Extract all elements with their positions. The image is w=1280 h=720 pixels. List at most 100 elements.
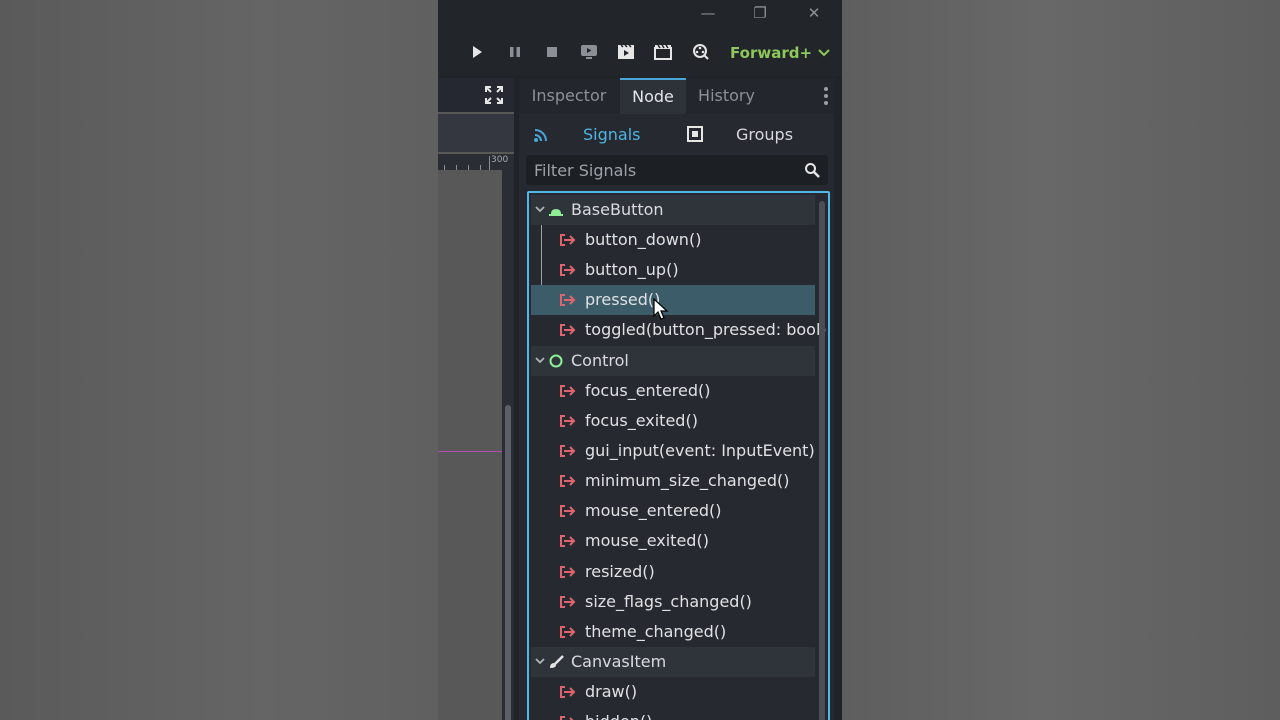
signal-label: mouse_exited()	[585, 531, 709, 550]
chevron-down-icon	[818, 49, 830, 57]
canvas-viewport[interactable]: 300	[438, 78, 514, 720]
play-custom-scene-icon[interactable]	[650, 39, 676, 65]
background-right	[842, 0, 1280, 720]
signal-icon	[560, 505, 576, 517]
chevron-down-icon[interactable]	[535, 357, 545, 365]
signal-icon	[560, 716, 574, 720]
minimize-icon[interactable]: —	[694, 2, 722, 24]
signal-icon	[560, 385, 576, 397]
signal-row[interactable]: resized()	[531, 557, 815, 587]
signal-label: theme_changed()	[585, 622, 727, 641]
godot-editor-window: — ❐ ✕ Forward+ 300 Inspector Node Histor…	[438, 0, 842, 720]
signal-label: size_flags_changed()	[585, 592, 752, 611]
category-canvas-item[interactable]: CanvasItem	[531, 647, 815, 677]
signal-label: resized()	[585, 562, 655, 581]
signal-label: focus_entered()	[585, 381, 711, 400]
signal-icon	[560, 294, 576, 306]
base-button-icon	[549, 209, 563, 216]
signal-label: mouse_entered()	[585, 501, 722, 520]
category-label: BaseButton	[571, 200, 664, 219]
chevron-down-icon[interactable]	[535, 206, 545, 214]
chevron-down-icon[interactable]	[535, 658, 545, 666]
signal-row[interactable]: toggled(button_pressed: bool)	[531, 315, 827, 345]
search-icon[interactable]	[804, 162, 820, 182]
signal-icon	[560, 415, 576, 427]
signal-icon	[560, 596, 576, 608]
dock-menu-icon[interactable]	[824, 87, 828, 105]
signal-row[interactable]: mouse_exited()	[531, 526, 815, 556]
horizontal-ruler: 300	[438, 154, 514, 170]
signal-row[interactable]: gui_input(event: InputEvent)	[531, 436, 815, 466]
title-bar: — ❐ ✕	[438, 0, 842, 30]
close-icon[interactable]: ✕	[800, 2, 828, 24]
signal-icon	[560, 324, 576, 336]
restore-icon[interactable]: ❐	[746, 2, 774, 24]
signal-label: toggled(button_pressed: bool)	[585, 320, 827, 339]
renderer-select[interactable]: Forward+	[730, 42, 830, 64]
node-subtabs: Signals Groups	[519, 116, 834, 154]
signal-row[interactable]: button_down()	[531, 225, 815, 255]
ruler-label: 300	[491, 155, 509, 165]
filter-signals-input[interactable]	[526, 155, 796, 185]
tab-history[interactable]: History	[689, 78, 764, 114]
viewport-scrollbar[interactable]	[502, 170, 514, 720]
signal-icon	[560, 445, 576, 457]
tab-inspector[interactable]: Inspector	[521, 78, 617, 114]
subtab-signals[interactable]: Signals	[583, 124, 640, 146]
signal-row[interactable]: minimum_size_changed()	[531, 466, 815, 496]
signal-icon	[560, 566, 576, 578]
groups-icon	[687, 126, 703, 146]
signal-icon	[560, 626, 576, 638]
signal-row[interactable]: theme_changed()	[531, 617, 815, 647]
signal-row[interactable]: button_up()	[531, 255, 815, 285]
mouse-cursor-icon	[653, 298, 669, 320]
distraction-free-icon[interactable]	[485, 86, 503, 108]
signal-tree[interactable]: BaseButton button_down() button_up() pre…	[527, 191, 830, 720]
signal-row[interactable]: focus_exited()	[531, 406, 815, 436]
signal-label: button_down()	[585, 230, 702, 249]
category-label: CanvasItem	[571, 652, 667, 671]
signal-icon	[560, 475, 576, 487]
signal-tree-scrollbar[interactable]	[819, 201, 825, 720]
remote-debug-icon[interactable]	[576, 39, 602, 65]
subtab-groups[interactable]: Groups	[736, 124, 793, 146]
run-toolbar: Forward+	[438, 30, 842, 76]
dock-tabs: Inspector Node History	[519, 78, 834, 114]
signal-row[interactable]: focus_entered()	[531, 376, 815, 406]
category-base-button[interactable]: BaseButton	[531, 195, 815, 225]
viewport-header	[438, 78, 514, 112]
signal-row-selected[interactable]: pressed()	[531, 285, 815, 315]
signal-icon	[560, 686, 576, 698]
canvas-item-icon	[550, 655, 564, 668]
category-control[interactable]: Control	[531, 346, 815, 376]
filter-signals-field[interactable]	[526, 155, 828, 185]
pause-icon[interactable]	[502, 39, 528, 65]
canvas-guide-line	[438, 451, 502, 452]
category-label: Control	[571, 351, 629, 370]
viewport-scrollbar-thumb[interactable]	[505, 405, 511, 720]
background-left	[0, 0, 438, 720]
renderer-label: Forward+	[730, 44, 813, 62]
play-scene-icon[interactable]	[613, 39, 639, 65]
signal-wave-icon	[533, 127, 549, 147]
signal-label: pressed()	[585, 290, 661, 309]
stop-icon[interactable]	[539, 39, 565, 65]
tab-node[interactable]: Node	[620, 78, 686, 114]
signal-icon	[560, 264, 576, 276]
control-icon	[549, 354, 563, 368]
play-icon[interactable]	[464, 39, 490, 65]
signal-icon	[560, 535, 576, 547]
signal-label: hidden()	[585, 707, 652, 720]
signal-label: draw()	[585, 682, 638, 701]
signal-row[interactable]: hidden()	[531, 707, 815, 720]
signal-label: minimum_size_changed()	[585, 471, 790, 490]
signal-row[interactable]: draw()	[531, 677, 815, 707]
node-dock: Inspector Node History Signals Groups Fi…	[519, 78, 834, 720]
viewport-toolbar	[438, 114, 514, 152]
signal-icon	[560, 234, 576, 246]
signal-label: focus_exited()	[585, 411, 698, 430]
signal-row[interactable]: size_flags_changed()	[531, 587, 815, 617]
signal-label: button_up()	[585, 260, 679, 279]
movie-maker-icon[interactable]	[688, 39, 714, 65]
signal-row[interactable]: mouse_entered()	[531, 496, 815, 526]
